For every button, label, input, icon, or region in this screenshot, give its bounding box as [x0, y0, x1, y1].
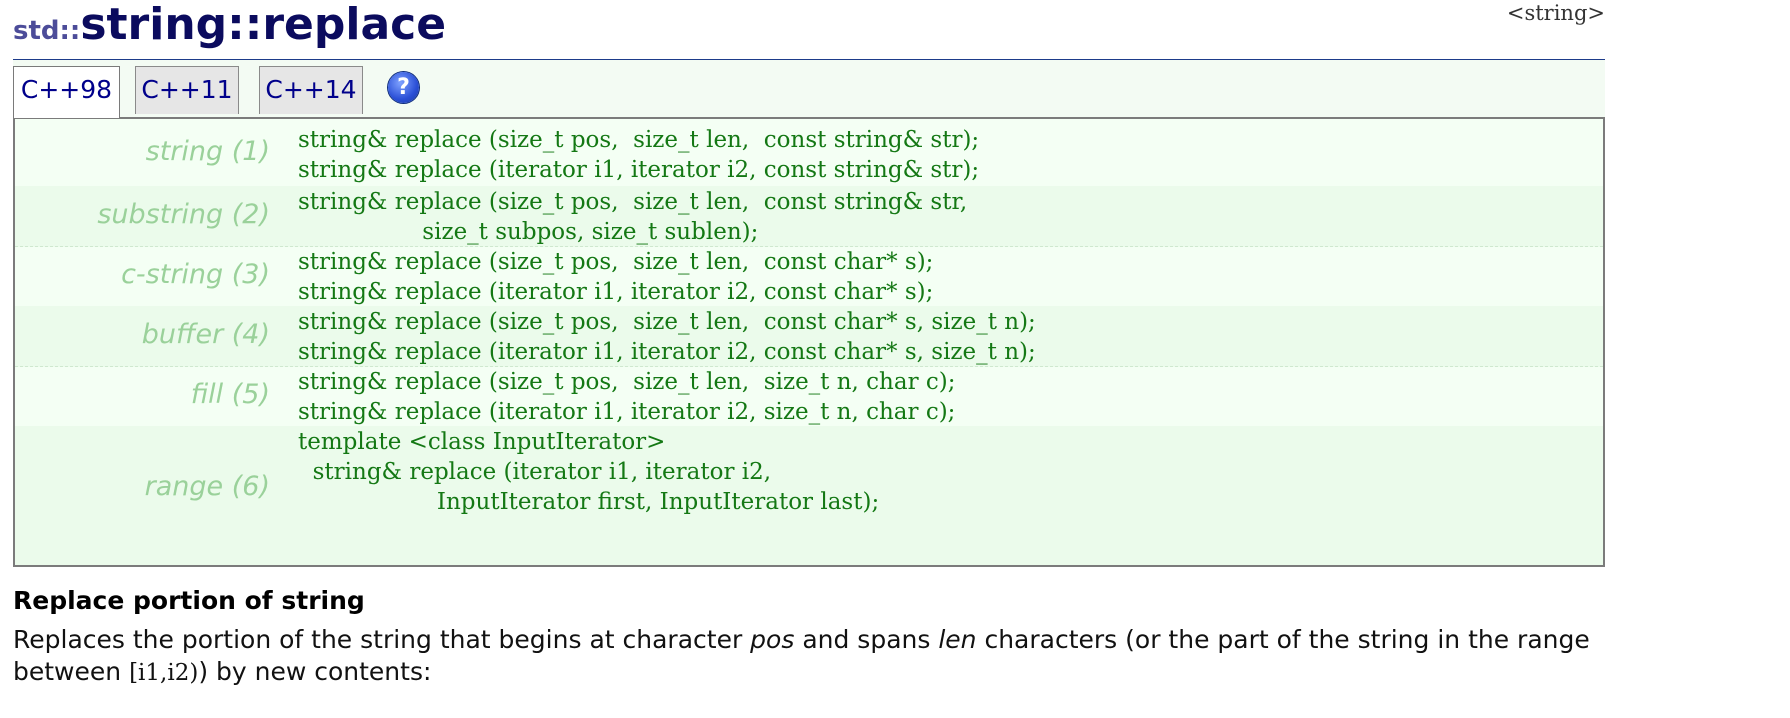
- title-class: string: [80, 0, 228, 50]
- prototype-row-c-string: c-string (3) string& replace (size_t pos…: [15, 246, 1603, 307]
- prototype-code: string& replace (size_t pos, size_t len,…: [298, 369, 956, 425]
- desc-text: and spans: [794, 625, 939, 654]
- version-tabs: C++98 C++11 C++14 ?: [13, 60, 1605, 118]
- prototype-row-fill: fill (5) string& replace (size_t pos, si…: [15, 366, 1603, 427]
- tab-cpp98[interactable]: C++98: [13, 66, 120, 118]
- prototype-label: c-string (3): [121, 259, 270, 290]
- reference-page: std::string::replace <string> C++98 C++1…: [13, 0, 1605, 686]
- prototype-row-string: string (1) string& replace (size_t pos, …: [15, 119, 1603, 187]
- desc-text: Replaces the portion of the string that …: [13, 625, 751, 654]
- prototype-row-range: range (6) template <class InputIterator>…: [15, 426, 1603, 565]
- param-pos: pos: [750, 625, 795, 654]
- prototype-code: string& replace (size_t pos, size_t len,…: [298, 127, 980, 183]
- section-heading: Replace portion of string: [13, 586, 365, 615]
- prototype-code: string& replace (size_t pos, size_t len,…: [298, 189, 968, 245]
- prototype-code: template <class InputIterator> string& r…: [298, 429, 880, 515]
- tab-cpp11[interactable]: C++11: [135, 66, 239, 114]
- prototype-label: buffer (4): [141, 319, 270, 350]
- header-file-link[interactable]: <string>: [1507, 1, 1605, 25]
- prototype-code: string& replace (size_t pos, size_t len,…: [298, 249, 934, 305]
- prototypes-panel: string (1) string& replace (size_t pos, …: [13, 117, 1605, 567]
- param-len: len: [938, 625, 977, 654]
- help-icon[interactable]: ?: [388, 72, 419, 103]
- description-paragraph: Replaces the portion of the string that …: [13, 624, 1605, 689]
- range-code: [i1,i2): [129, 660, 199, 686]
- prototype-label: string (1): [145, 136, 270, 167]
- title-namespace: std::: [13, 16, 81, 46]
- prototype-code: string& replace (size_t pos, size_t len,…: [298, 309, 1036, 365]
- prototype-label: range (6): [144, 471, 270, 502]
- prototype-label: fill (5): [190, 379, 270, 410]
- prototype-row-buffer: buffer (4) string& replace (size_t pos, …: [15, 306, 1603, 367]
- tab-cpp14[interactable]: C++14: [259, 66, 363, 114]
- title-separator: ::: [227, 0, 263, 50]
- page-title: std::string::replace: [13, 0, 446, 59]
- page-header: std::string::replace <string>: [13, 0, 1605, 62]
- desc-text: ) by new contents:: [198, 657, 432, 686]
- title-function: replace: [262, 0, 447, 50]
- prototype-label: substring (2): [97, 199, 270, 230]
- prototype-row-substring: substring (2) string& replace (size_t po…: [15, 186, 1603, 247]
